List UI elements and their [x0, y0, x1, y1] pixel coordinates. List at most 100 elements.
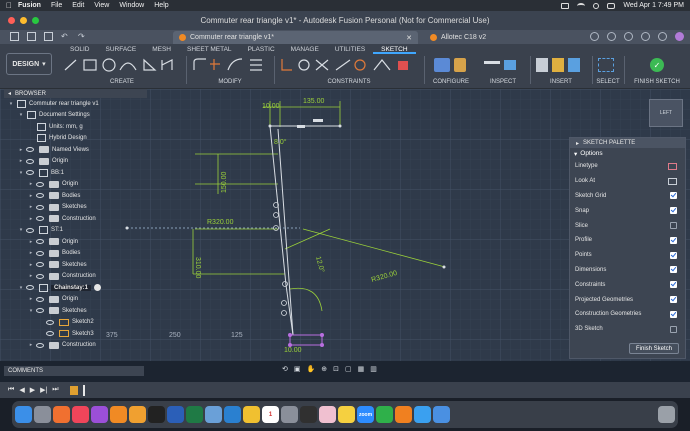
checkbox[interactable] [670, 192, 677, 200]
collapse-icon[interactable]: ▸ [576, 140, 579, 147]
browser-tree-row[interactable]: ▸ Sketches [4, 259, 147, 271]
tab-solid[interactable]: SOLID [62, 45, 98, 54]
menu-file[interactable]: File [51, 2, 62, 9]
visibility-eye-icon[interactable] [36, 308, 44, 314]
visibility-eye-icon[interactable] [36, 250, 44, 256]
pan-icon[interactable]: ✋ [307, 365, 316, 373]
insert-svg-icon[interactable] [552, 58, 564, 72]
minimize-window-button[interactable] [20, 17, 27, 24]
downloads-icon[interactable] [433, 406, 450, 423]
podcasts-icon[interactable] [91, 406, 108, 423]
parameters-icon[interactable] [434, 58, 450, 72]
browser-tree-row[interactable]: ▸ Construction [4, 271, 147, 283]
palette-option-dimensions[interactable]: Dimensions [570, 263, 685, 278]
chrome-icon[interactable] [243, 406, 260, 423]
browser-tree-row[interactable]: Sketch3 [4, 328, 147, 340]
dim-text[interactable]: 8.0° [274, 138, 287, 146]
music-icon[interactable] [72, 406, 89, 423]
tab-manage[interactable]: MANAGE [283, 45, 327, 54]
launchpad-icon[interactable] [34, 406, 51, 423]
photos-icon[interactable] [319, 406, 336, 423]
checkmark-icon[interactable]: ✓ [650, 58, 664, 72]
dim-text[interactable]: 150.00 [221, 171, 228, 193]
previous-step-icon[interactable]: ◀ [19, 386, 24, 394]
appletv-icon[interactable] [148, 406, 165, 423]
palette-option-look-at[interactable]: Look At [570, 174, 685, 189]
palette-option-points[interactable]: Points [570, 248, 685, 263]
checkbox[interactable] [670, 296, 677, 304]
active-component-radio-icon[interactable] [94, 284, 102, 292]
apple-icon[interactable]:  [0, 1, 18, 10]
new-tab-icon[interactable] [590, 32, 599, 41]
palette-option-3d-sketch[interactable]: 3D Sketch [570, 322, 685, 337]
checkbox[interactable] [670, 266, 677, 274]
preview-icon[interactable] [205, 406, 222, 423]
finish-sketch-button[interactable]: Finish Sketch [629, 343, 679, 354]
save-icon[interactable] [44, 32, 53, 41]
zoom-window-button[interactable] [32, 17, 39, 24]
menu-view[interactable]: View [94, 2, 109, 9]
palette-option-linetype[interactable]: Linetype [570, 159, 685, 174]
view-cube[interactable]: LEFT [649, 99, 683, 127]
tab-allotec[interactable]: Allotec C18 v2 [424, 31, 574, 44]
browser-tree-row[interactable]: Units: mm, g [4, 121, 147, 133]
visibility-eye-icon[interactable] [46, 319, 54, 325]
play-icon[interactable]: ▶ [30, 386, 35, 394]
chevron-down-icon[interactable]: ▾ [18, 285, 24, 291]
settings-icon[interactable] [281, 406, 298, 423]
vlc-icon[interactable] [395, 406, 412, 423]
linetype-icon[interactable] [668, 162, 677, 170]
dim-text[interactable]: 310.00 [194, 257, 201, 279]
palette-option-projected-geometries[interactable]: Projected Geometries [570, 292, 685, 307]
tab-mesh[interactable]: MESH [144, 45, 179, 54]
visibility-eye-icon[interactable] [36, 193, 44, 199]
extensions-icon[interactable] [624, 32, 633, 41]
battery-icon[interactable] [561, 2, 570, 9]
tab-plastic[interactable]: PLASTIC [240, 45, 283, 54]
terminal-icon[interactable] [300, 406, 317, 423]
last-step-icon[interactable]: ⏭ [52, 386, 58, 394]
collapse-icon[interactable]: ◂ [8, 90, 11, 97]
chevron-right-icon[interactable]: ▸ [28, 296, 34, 302]
trash-icon[interactable] [658, 406, 675, 423]
fusion-icon[interactable] [110, 406, 127, 423]
checkbox[interactable] [670, 236, 677, 244]
fit-icon[interactable]: ⊡ [333, 365, 339, 373]
account-avatar[interactable] [675, 32, 684, 41]
palette-option-sketch-grid[interactable]: Sketch Grid [570, 189, 685, 204]
timeline-feature-icon[interactable] [69, 385, 78, 395]
visibility-eye-icon[interactable] [36, 181, 44, 187]
visibility-eye-icon[interactable] [36, 273, 44, 279]
word-icon[interactable] [167, 406, 184, 423]
browser-tree-row[interactable]: ▾ Sketches [4, 305, 147, 317]
browser-tree-row[interactable]: Hybrid Design [4, 133, 147, 145]
palette-option-profile[interactable]: Profile [570, 233, 685, 248]
visibility-eye-icon[interactable] [36, 296, 44, 302]
clock[interactable]: Wed Apr 1 7:49 PM [623, 2, 684, 9]
undo-icon[interactable]: ↶ [61, 32, 70, 41]
chevron-down-icon[interactable]: ▾ [18, 170, 24, 176]
measure-icon[interactable] [484, 61, 500, 69]
chevron-down-icon[interactable]: ▾ [28, 308, 34, 314]
dim-text[interactable]: 10.00 [284, 347, 302, 354]
chevron-down-icon[interactable]: ▾ [8, 101, 14, 107]
browser-header[interactable]: ◂ BROWSER [4, 89, 147, 98]
constraints-label[interactable]: CONSTRAINTS [278, 79, 420, 85]
safari-icon[interactable] [414, 406, 431, 423]
close-tab-icon[interactable]: ✕ [406, 34, 412, 42]
help-icon[interactable] [658, 32, 667, 41]
chevron-right-icon[interactable]: ▸ [28, 204, 34, 210]
chevron-right-icon[interactable]: ▸ [28, 250, 34, 256]
notifications-icon[interactable] [641, 32, 650, 41]
comments-panel[interactable]: COMMENTS [4, 366, 144, 376]
first-step-icon[interactable]: ⏮ [8, 386, 14, 394]
zoom-icon[interactable]: zoom [357, 406, 374, 423]
file-icon[interactable] [27, 32, 36, 41]
browser-tree-row[interactable]: ▾ Commuter rear triangle v1 [4, 98, 147, 110]
browser-tree-row[interactable]: ▾ Document Settings [4, 110, 147, 122]
palette-option-snap[interactable]: Snap [570, 203, 685, 218]
chevron-right-icon[interactable]: ▸ [18, 158, 24, 164]
modify-label[interactable]: MODIFY [190, 79, 270, 85]
chevron-down-icon[interactable]: ▾ [18, 227, 24, 233]
browser-tree-row[interactable]: ▸ Construction [4, 340, 147, 352]
